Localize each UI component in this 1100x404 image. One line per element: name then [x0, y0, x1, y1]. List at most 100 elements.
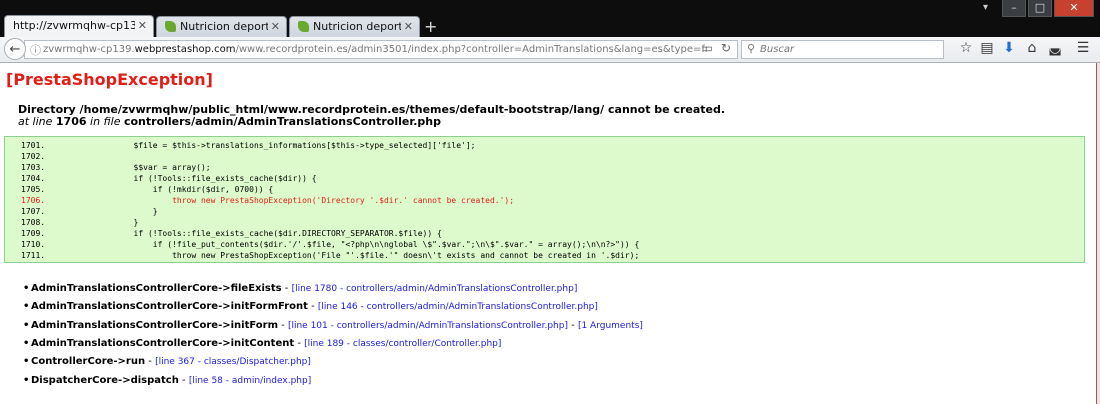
code-line: 1711. throw new PrestaShopException('Fil… — [21, 250, 639, 261]
trace-separator: - — [307, 301, 318, 312]
trace-item: • AdminTranslationsControllerCore->initCo… — [23, 338, 501, 349]
tab-nutricion-1[interactable]: Nutricion deportiva, de calida ✕ — [156, 16, 287, 37]
trace-separator: - — [278, 320, 288, 331]
exception-location: at line 1706 in file controllers/admin/A… — [18, 115, 441, 128]
back-arrow-icon: ← — [9, 42, 21, 57]
page-content: [PrestaShopException] Directory /home/zv… — [0, 63, 1097, 404]
trace-file-link[interactable]: [line 146 - controllers/admin/AdminTrans… — [318, 302, 598, 312]
trace-function: AdminTranslationsControllerCore->fileExi… — [31, 283, 282, 294]
trace-function: AdminTranslationsControllerCore->initCon… — [31, 338, 295, 349]
line-code: if (!Tools::file_exists_cache($dir.DIREC… — [95, 229, 442, 238]
line-number: 1705. — [21, 185, 46, 194]
trace-function: ControllerCore->run — [31, 356, 146, 367]
line-code: $$var = array(); — [95, 163, 211, 172]
line-code: } — [95, 218, 139, 227]
code-line: 1702. — [21, 151, 95, 162]
navigation-toolbar: ⓘ zvwrmqhw-cp139.webprestashop.com/www.r… — [0, 37, 1100, 63]
page-scrollbar[interactable] — [1096, 63, 1100, 404]
code-line: 1704. if (!Tools::file_exists_cache($dir… — [21, 173, 317, 184]
trace-item: • AdminTranslationsControllerCore->fileEx… — [23, 283, 577, 294]
back-button[interactable]: ← — [4, 38, 26, 60]
trace-separator: - — [294, 338, 305, 349]
star-icon[interactable]: ☆ — [957, 40, 975, 56]
line-number: 1701. — [21, 141, 46, 150]
trace-separator: - — [281, 283, 292, 294]
line-number: 1706. — [21, 196, 46, 205]
browser-title-bar: ▾ – □ ✕ http://zvwrmqhw-cp139.webpresta … — [0, 0, 1100, 38]
bullet-icon: • — [23, 283, 30, 294]
line-number: 1703. — [21, 163, 46, 172]
reading-list-icon[interactable]: ▤ — [978, 40, 996, 56]
site-info-icon[interactable]: ⓘ — [30, 42, 41, 58]
trace-separator: - — [145, 356, 156, 367]
new-tab-button[interactable]: + — [424, 17, 437, 36]
address-bar[interactable]: ⓘ zvwrmqhw-cp139.webprestashop.com/www.r… — [24, 40, 738, 59]
code-line-error: 1706. throw new PrestaShopException('Dir… — [21, 195, 514, 206]
trace-item: • AdminTranslationsControllerCore->initFo… — [23, 320, 643, 331]
trace-function: AdminTranslationsControllerCore->initFor… — [31, 320, 278, 331]
site-favicon-icon — [165, 21, 176, 32]
trace-item: • DispatcherCore->dispatch - [line 58 - a… — [23, 375, 311, 386]
pocket-icon[interactable]: ◛ — [1046, 40, 1064, 56]
bullet-icon: • — [23, 375, 30, 386]
line-number: 1710. — [21, 240, 46, 249]
code-line: 1703. $$var = array(); — [21, 162, 211, 173]
trace-file-link[interactable]: [line 101 - controllers/admin/AdminTrans… — [288, 321, 568, 331]
line-number: 1704. — [21, 174, 46, 183]
bullet-icon: • — [23, 320, 30, 331]
reader-view-icon[interactable]: ▭ — [702, 41, 713, 55]
trace-file-link[interactable]: [line 367 - classes/Dispatcher.php] — [155, 357, 311, 367]
trace-file-link[interactable]: [line 189 - classes/controller/Controlle… — [304, 339, 501, 349]
code-line: 1710. if (!file_put_contents($dir.'/'.$f… — [21, 239, 639, 250]
line-code: if (!mkdir($dir, 0700)) { — [95, 185, 274, 194]
line-number: 1702. — [21, 152, 46, 161]
home-icon[interactable]: ⌂ — [1023, 40, 1041, 56]
url-text[interactable]: zvwrmqhw-cp139.webprestashop.com/www.rec… — [43, 44, 707, 55]
search-icon: ⚲ — [747, 42, 756, 55]
line-number: 1711. — [21, 251, 46, 260]
close-tab-icon[interactable]: ✕ — [138, 19, 147, 32]
line-number: 1707. — [21, 207, 46, 216]
bullet-icon: • — [23, 356, 30, 367]
tab-strip: http://zvwrmqhw-cp139.webpresta ✕ Nutric… — [0, 14, 1100, 38]
line-number: 1709. — [21, 229, 46, 238]
trace-file-link[interactable]: [line 58 - admin/index.php] — [189, 376, 311, 386]
close-tab-icon[interactable]: ✕ — [404, 20, 413, 33]
line-code: } — [95, 207, 158, 216]
exception-title: [PrestaShopException] — [6, 70, 213, 89]
line-code: $file = $this->translations_informations… — [95, 141, 476, 150]
line-number: 1708. — [21, 218, 46, 227]
download-icon[interactable]: ⬇ — [1000, 40, 1018, 56]
trace-item: • ControllerCore->run - [line 367 - class… — [23, 356, 311, 367]
code-line: 1705. if (!mkdir($dir, 0700)) { — [21, 184, 273, 195]
code-excerpt: 1701. $file = $this->translations_inform… — [4, 136, 1085, 263]
tab-list-caret-icon[interactable]: ▾ — [983, 2, 988, 13]
trace-separator: - — [567, 320, 578, 331]
search-input[interactable] — [760, 42, 938, 57]
bullet-icon: • — [23, 338, 30, 349]
trace-arguments-link[interactable]: [1 Arguments] — [578, 321, 643, 331]
trace-function: DispatcherCore->dispatch — [31, 375, 179, 386]
close-tab-icon[interactable]: ✕ — [271, 20, 280, 33]
menu-icon[interactable]: ☰ — [1074, 40, 1092, 56]
line-code: if (!file_put_contents($dir.'/'.$file, "… — [95, 240, 640, 249]
line-code: if (!Tools::file_exists_cache($dir)) { — [95, 174, 317, 183]
code-line: 1701. $file = $this->translations_inform… — [21, 140, 476, 151]
bullet-icon: • — [23, 301, 30, 312]
line-code: throw new PrestaShopException('File "'.$… — [95, 251, 640, 260]
tab-title: http://zvwrmqhw-cp139.webpresta — [13, 19, 135, 32]
site-favicon-icon — [298, 21, 309, 32]
tab-admin[interactable]: http://zvwrmqhw-cp139.webpresta ✕ — [4, 15, 154, 38]
reload-icon[interactable]: ↻ — [721, 41, 731, 55]
trace-item: • AdminTranslationsControllerCore->initFo… — [23, 301, 598, 312]
search-box[interactable]: ⚲ — [741, 40, 944, 59]
tab-title: Nutricion deportiva, de calida — [313, 20, 401, 33]
code-line: 1707. } — [21, 206, 158, 217]
code-line: 1708. } — [21, 217, 138, 228]
line-code: throw new PrestaShopException('Directory… — [95, 196, 515, 205]
trace-function: AdminTranslationsControllerCore->initFor… — [31, 301, 308, 312]
trace-file-link[interactable]: [line 1780 - controllers/admin/AdminTran… — [292, 284, 578, 294]
trace-separator: - — [178, 375, 189, 386]
tab-title: Nutricion deportiva, de calida — [180, 20, 268, 33]
tab-nutricion-2[interactable]: Nutricion deportiva, de calida ✕ — [289, 16, 420, 37]
